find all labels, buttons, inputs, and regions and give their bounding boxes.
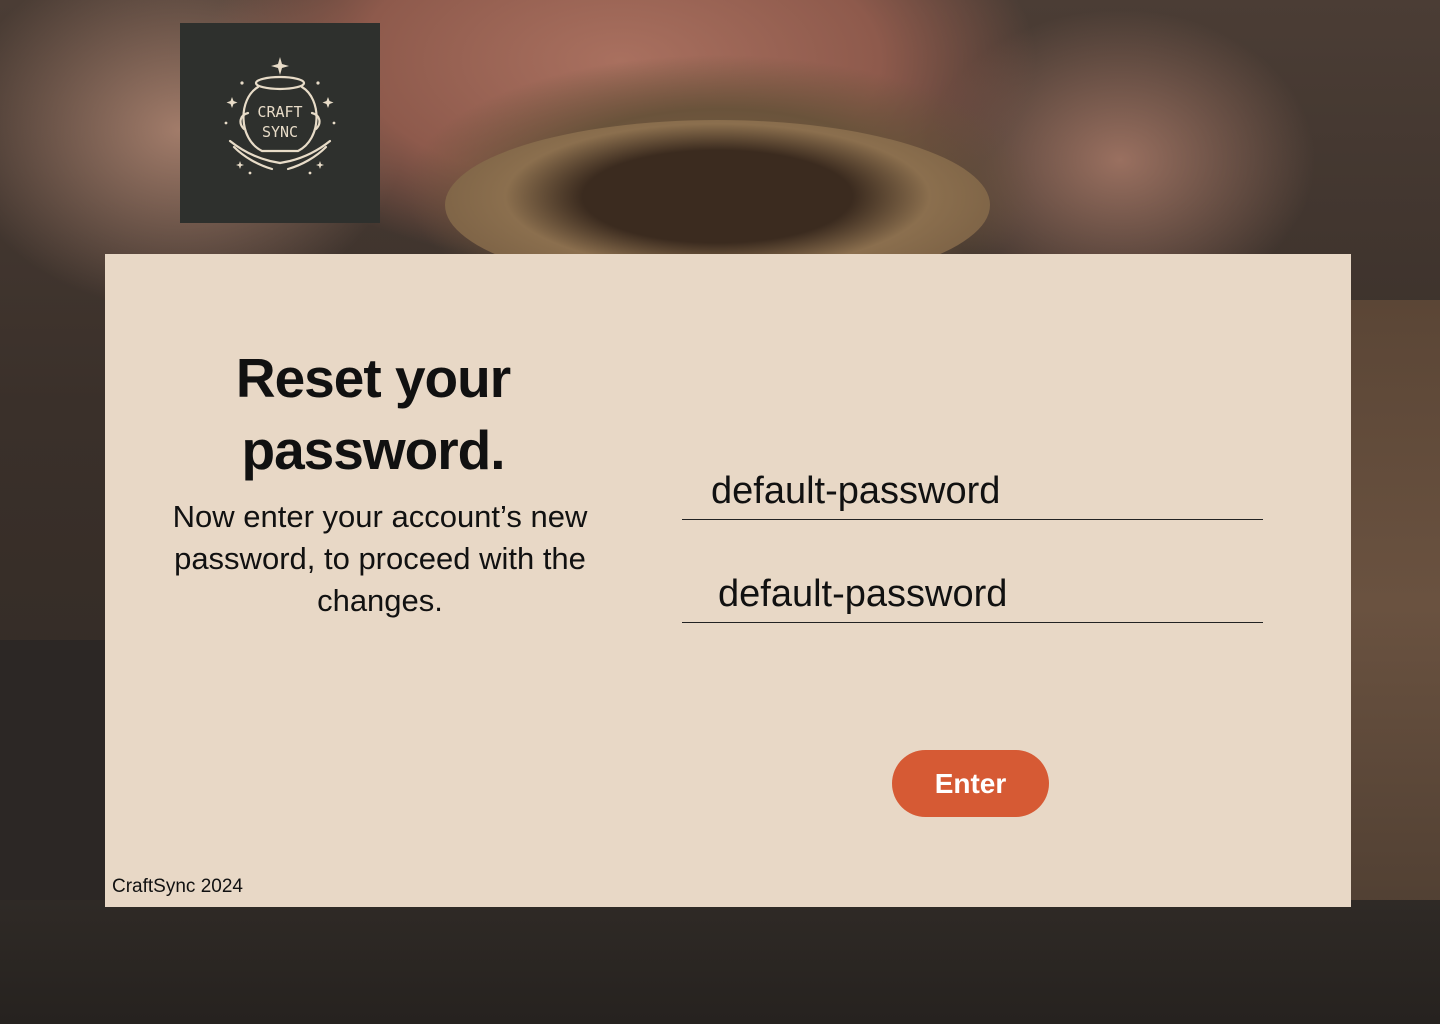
page-title: Reset your password. (235, 347, 511, 481)
confirm-password-field[interactable] (682, 567, 1263, 623)
footer-copyright: CraftSync 2024 (112, 876, 243, 897)
new-password-field[interactable] (682, 464, 1263, 520)
background-left-strip (0, 640, 105, 910)
enter-button[interactable]: Enter (892, 750, 1049, 817)
logo-text-craft: CRAFT (257, 103, 302, 121)
background-right-strip (1351, 300, 1440, 910)
pottery-jar-hands-icon: CRAFT SYNC (224, 57, 336, 175)
reset-password-card: Reset your password. Now enter your acco… (105, 254, 1351, 907)
background-bottom-strip (0, 900, 1440, 1024)
logo-text-sync: SYNC (262, 123, 298, 141)
craftsync-logo[interactable]: CRAFT SYNC (180, 23, 380, 223)
instruction-text: Now enter your account’s new password, t… (172, 499, 588, 618)
